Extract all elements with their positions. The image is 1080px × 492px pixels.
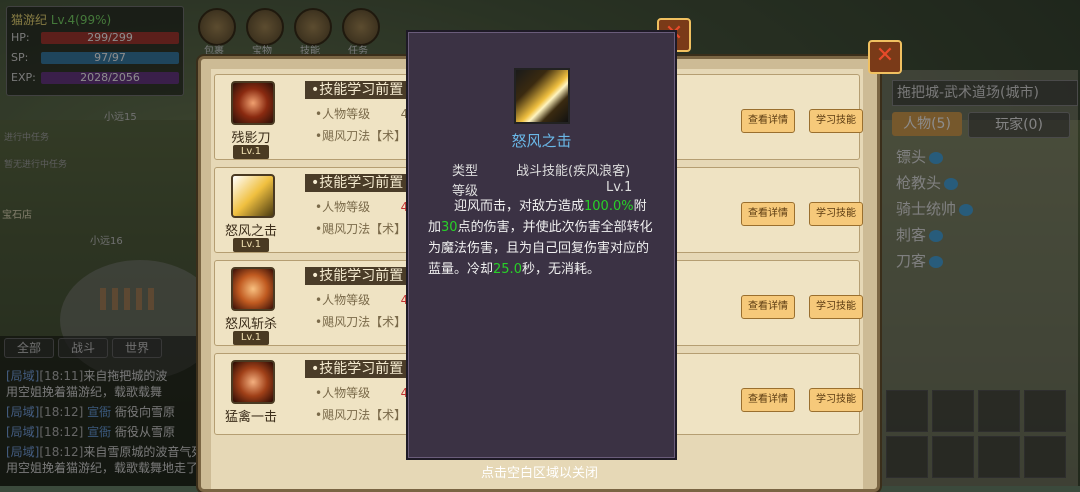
type-value: 战斗技能(疾风浪客): [516, 164, 631, 179]
learn-skill-button[interactable]: 学习技能: [809, 388, 863, 412]
close-icon[interactable]: ✕: [868, 40, 902, 74]
skill-icon-mengqinyiji: [231, 360, 275, 404]
blade-skill-icon: [514, 68, 570, 124]
learn-skill-button[interactable]: 学习技能: [809, 202, 863, 226]
skill-description: 迎风而击，对敌方造成100.0%附加30点的伤害，并使此次伤害全部转化为魔法伤害…: [428, 199, 653, 277]
requirement-level: •人物等级 4/: [315, 386, 412, 400]
requirement-skill: •飓风刀法【术】: [315, 408, 407, 422]
requirement-skill: •飓风刀法【术】: [315, 129, 407, 143]
skill-name: 怒风斩杀: [224, 317, 277, 332]
requirement-skill: •飓风刀法【术】: [315, 222, 407, 236]
skill-level: Lv.1: [233, 145, 269, 159]
skill-icon-nufengzhiji: [231, 174, 275, 218]
requirement-skill: •飓风刀法【术】: [315, 315, 407, 329]
skill-name: 猛禽一击: [224, 410, 277, 425]
level-value: Lv.1: [606, 180, 633, 195]
view-detail-button[interactable]: 查看详情: [741, 202, 795, 226]
learn-skill-button[interactable]: 学习技能: [809, 295, 863, 319]
close-hint-text[interactable]: 点击空白区域以关闭: [406, 462, 673, 481]
view-detail-button[interactable]: 查看详情: [741, 295, 795, 319]
requirement-level: •人物等级 4/: [315, 107, 412, 121]
view-detail-button[interactable]: 查看详情: [741, 388, 795, 412]
skill-icon-nufengzhansha: [231, 267, 275, 311]
skill-level: Lv.1: [233, 331, 269, 345]
skill-name: 残影刀: [231, 131, 271, 146]
requirement-level: •人物等级 4/: [315, 293, 412, 307]
view-detail-button[interactable]: 查看详情: [741, 109, 795, 133]
tooltip-skill-name: 怒风之击: [511, 132, 572, 150]
skill-level: Lv.1: [233, 238, 269, 252]
requirement-level: •人物等级 4/: [315, 200, 412, 214]
learn-skill-button[interactable]: 学习技能: [809, 109, 863, 133]
skill-icon-canyingdao: [231, 81, 275, 125]
type-label: 类型: [452, 164, 479, 179]
skill-name: 怒风之击: [224, 224, 277, 239]
skill-tooltip: 怒风之击 类型 战斗技能(疾风浪客) 等级 Lv.1 迎风而击，对敌方造成100…: [406, 30, 677, 460]
